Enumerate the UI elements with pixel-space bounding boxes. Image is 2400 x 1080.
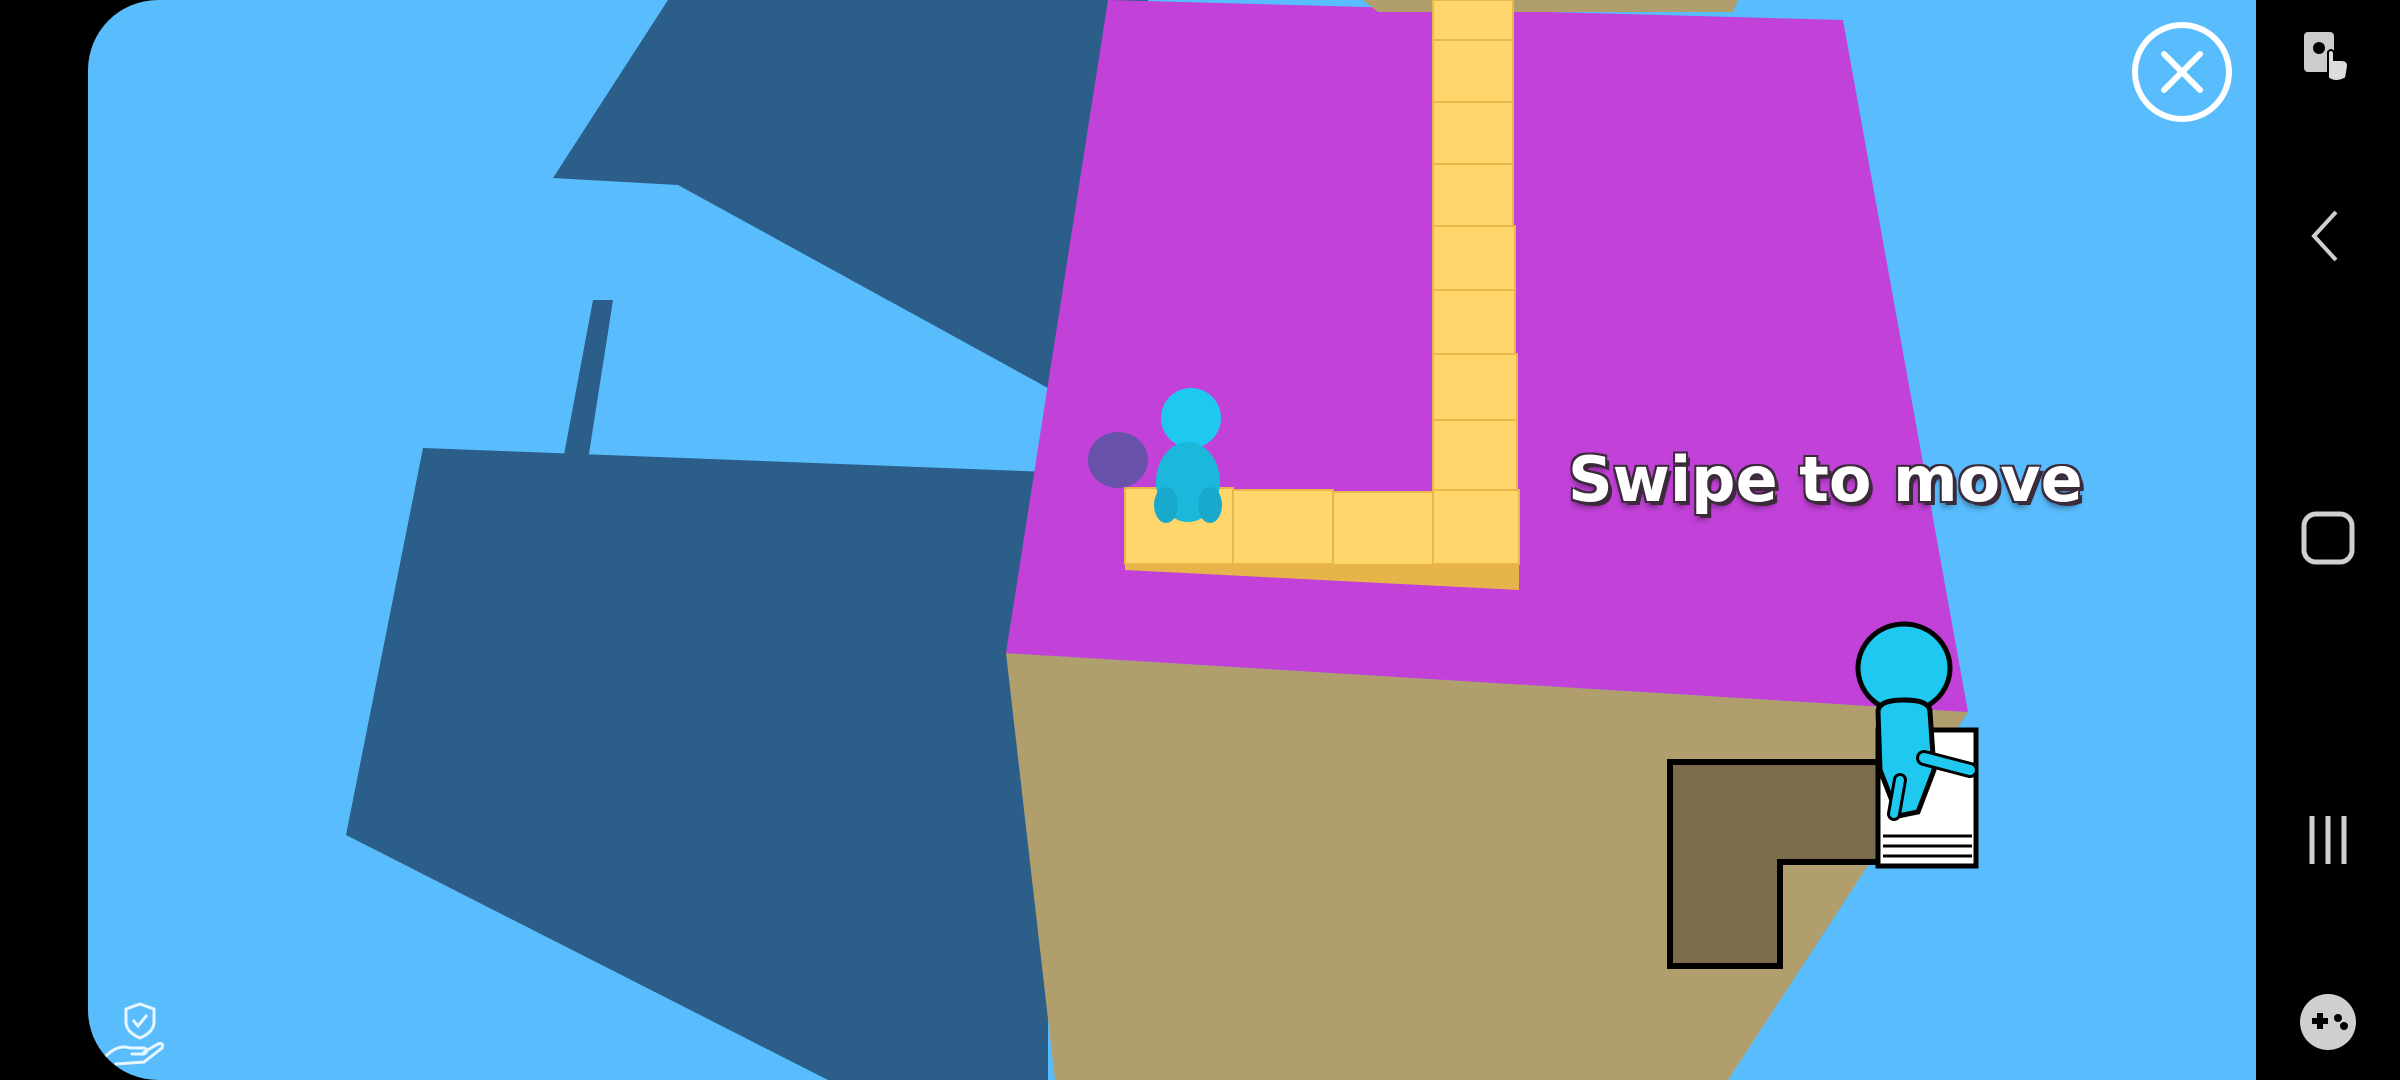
path-tile (1432, 39, 1514, 103)
path-tile (1332, 491, 1434, 567)
close-icon (2161, 51, 2203, 93)
screen-lock-touch-icon[interactable] (2288, 18, 2368, 98)
back-icon[interactable] (2288, 196, 2368, 276)
game-scene[interactable] (88, 0, 2256, 1080)
path-tile (1432, 0, 1514, 41)
game-view[interactable]: Swipe to move (88, 0, 2256, 1080)
platform-side (1006, 653, 1968, 1080)
game-tools-icon[interactable] (2288, 982, 2368, 1062)
path-tile (1432, 489, 1520, 565)
close-button[interactable] (2132, 22, 2232, 122)
shield-hand-icon[interactable] (102, 998, 172, 1068)
system-navigation-bar (2256, 0, 2400, 1080)
home-icon[interactable] (2288, 498, 2368, 578)
tower-shadow-lower (346, 448, 1048, 1080)
path-tile (1232, 489, 1334, 565)
path-tile (1432, 289, 1516, 355)
path-tile (1432, 419, 1518, 491)
left-screen-edge (0, 0, 88, 1080)
tower-shadow-pole (563, 300, 613, 460)
platform-far-edge (1363, 0, 1738, 12)
recents-icon[interactable] (2288, 800, 2368, 880)
path-tile (1432, 163, 1514, 227)
path-tile (1432, 225, 1516, 291)
path-tile (1432, 353, 1518, 421)
swipe-hint-text: Swipe to move (1568, 443, 2083, 516)
path-tile (1432, 101, 1514, 165)
